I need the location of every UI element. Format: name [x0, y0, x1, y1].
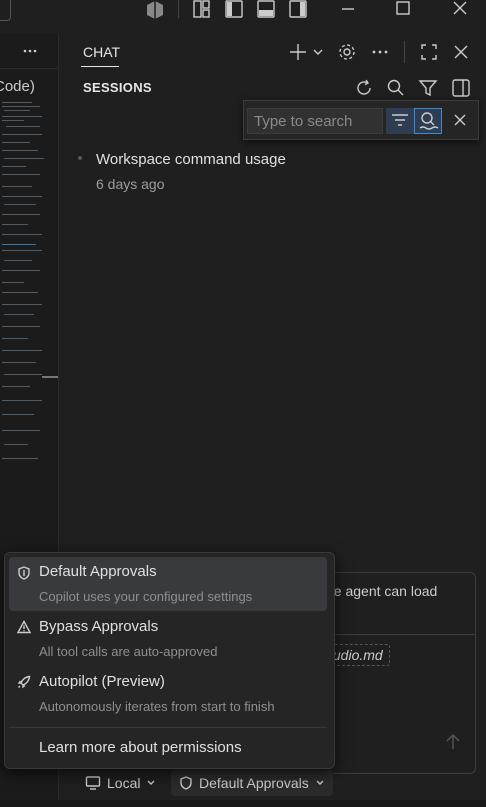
menu-item-title: Bypass Approvals [39, 618, 159, 635]
close-window-icon[interactable] [450, 0, 470, 20]
toggle-primary-sidebar-icon[interactable] [224, 0, 244, 20]
approvals-picker-button[interactable]: Default Approvals [171, 770, 333, 796]
menu-separator [9, 727, 327, 728]
menu-item-title: Autopilot (Preview) [39, 673, 165, 690]
customize-layout-icon[interactable] [192, 0, 212, 20]
title-divider [178, 0, 179, 18]
app-menu-fragment[interactable] [0, 0, 11, 21]
approvals-label: Default Approvals [199, 775, 309, 791]
chevron-down-icon[interactable] [312, 46, 324, 58]
sash-handle[interactable] [42, 376, 58, 378]
editor-tab-label[interactable]: Code) [0, 78, 35, 95]
learn-more-permissions-link[interactable]: Learn more about permissions [39, 739, 242, 756]
active-tab-indicator [81, 66, 119, 67]
minimap[interactable] [0, 100, 44, 480]
chevron-down-icon [147, 780, 155, 785]
title-bar [0, 0, 486, 34]
warning-icon [17, 620, 31, 634]
rocket-icon [17, 675, 31, 689]
maximize-icon[interactable] [393, 0, 413, 20]
shield-icon [180, 776, 192, 790]
fuzzy-search-toggle-button[interactable] [414, 108, 442, 134]
minimize-icon[interactable] [338, 0, 358, 20]
gear-icon[interactable] [337, 42, 357, 62]
monitor-icon [85, 776, 101, 790]
editor-tab-bar [0, 34, 58, 69]
filter-icon[interactable] [418, 78, 438, 98]
more-actions-icon[interactable] [22, 43, 38, 59]
menu-item-description: Autonomously iterates from start to fini… [39, 699, 275, 714]
chevron-down-icon [316, 780, 324, 785]
toolbar-divider [404, 41, 405, 63]
menu-item-description: All tool calls are auto-approved [39, 644, 218, 659]
menu-item-title: Default Approvals [39, 563, 157, 580]
toggle-secondary-sidebar-icon[interactable] [288, 0, 308, 20]
status-bar [0, 800, 486, 807]
maximize-panel-icon[interactable] [419, 42, 439, 62]
menu-item-description: Copilot uses your configured settings [39, 589, 253, 604]
search-icon[interactable] [386, 78, 406, 98]
filter-toggle-button[interactable] [386, 108, 414, 134]
tab-chat[interactable]: CHAT [83, 44, 120, 60]
refresh-icon[interactable] [354, 78, 374, 98]
more-actions-icon[interactable] [370, 42, 390, 62]
toggle-layout-icon[interactable] [451, 78, 471, 98]
shield-icon [17, 566, 31, 580]
sessions-header: SESSIONS [83, 80, 152, 95]
copilot-icon[interactable] [145, 0, 165, 20]
toggle-panel-icon[interactable] [256, 0, 276, 20]
session-target-picker[interactable]: Local [85, 772, 156, 794]
new-chat-icon[interactable] [288, 42, 308, 62]
filter-lines-icon [392, 114, 408, 126]
session-timestamp: 6 days ago [96, 176, 165, 192]
send-arrow-icon[interactable] [443, 732, 463, 752]
search-fuzzy-icon [419, 112, 439, 130]
search-input[interactable] [247, 108, 383, 134]
local-label: Local [107, 775, 141, 791]
session-status-dot [78, 156, 82, 160]
close-icon[interactable] [451, 42, 471, 62]
session-title[interactable]: Workspace command usage [96, 151, 286, 168]
close-search-icon[interactable] [450, 110, 470, 130]
chat-input-text[interactable]: he agent can load [326, 583, 437, 599]
